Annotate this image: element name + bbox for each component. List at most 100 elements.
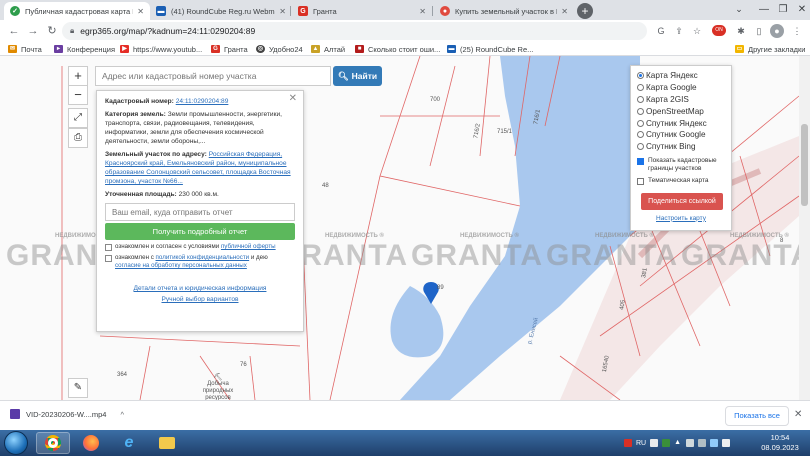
area-value: 230 000 кв.м. [178,191,219,198]
profile-avatar[interactable]: ● [770,24,784,38]
address-bar[interactable]: 🔒︎ egrp365.org/map/?kadnum=24:11:0290204… [62,22,647,40]
volume-icon[interactable] [722,439,731,447]
back-button[interactable]: ← [6,23,22,39]
bookmark-label: Почта [21,44,42,54]
close-window-button[interactable]: ✕ [789,0,810,20]
network-icon[interactable] [710,439,719,447]
layer-option[interactable]: Карта 2GIS [637,94,725,106]
bookmark-mail[interactable]: ✉ Почта [8,43,42,55]
bookmark-cost[interactable]: ■ Сколько стоит оши... [355,43,440,55]
tray-app-icon[interactable] [662,439,671,447]
close-tab-icon[interactable]: ✕ [419,7,426,16]
tab-granta[interactable]: G Гранта ✕ [292,2,432,20]
ruler-icon[interactable]: ✎ [68,378,88,398]
privacy-checkbox[interactable] [105,255,112,262]
manual-selection-link[interactable]: Ручной выбор вариантов [161,296,238,303]
show-borders-checkbox[interactable] [637,157,644,165]
chrome-icon [45,435,61,451]
zoom-out-button[interactable]: − [68,85,88,105]
layer-radio[interactable] [637,143,644,151]
tab-cadastral-map[interactable]: ✓ Публичная кадастровая карта Р ✕ [4,2,150,20]
chrome-taskbar-button[interactable] [36,432,70,454]
tray-app-icon[interactable] [624,439,632,447]
layer-option[interactable]: OpenStreetMap [637,105,725,117]
scrollbar-thumb[interactable] [801,124,808,206]
layer-radio[interactable] [637,131,644,139]
bookmark-youtube[interactable]: ▶ https://www.youtub... [120,43,202,55]
start-button[interactable] [4,431,28,455]
address-search-input[interactable] [95,66,331,86]
search-button[interactable]: 🔍︎ Найти [333,66,382,86]
close-icon[interactable]: ✕ [289,94,297,104]
layer-option[interactable]: Спутник Google [637,129,725,141]
forward-button[interactable]: → [25,23,41,39]
url-text: egrp365.org/map/?kadnum=24:11:0290204:89 [80,26,256,36]
layer-radio[interactable] [637,119,644,127]
public-offer-link[interactable]: публичной оферты [221,243,276,250]
layer-option[interactable]: Карта Google [637,82,725,94]
personal-data-link[interactable]: согласие на обработку персональных данны… [115,262,247,269]
extension-badge-icon[interactable]: ON [712,25,726,36]
cadastral-number-link[interactable]: 24:11:0290204:89 [176,98,229,105]
new-tab-button[interactable]: + [577,3,593,19]
chevron-up-icon[interactable]: ^ [120,410,124,419]
chevron-up-icon[interactable]: ▲ [674,439,682,447]
lock-icon: 🔒︎ [70,26,75,35]
other-bookmarks[interactable]: ▭ Другие закладки [735,43,805,55]
explorer-taskbar-button[interactable] [150,432,184,454]
display-icon[interactable] [698,439,707,447]
customize-map-link[interactable]: Настроить карту [656,215,706,222]
layer-option[interactable]: Спутник Bing [637,141,725,153]
close-icon[interactable]: ✕ [794,409,802,420]
layer-radio[interactable] [637,72,644,80]
tray-app-icon[interactable] [650,439,659,447]
print-icon[interactable]: ⎙ [68,128,88,148]
star-icon[interactable]: ☆ [690,24,704,38]
page-scrollbar[interactable] [799,56,810,400]
close-tab-icon[interactable]: ✕ [137,7,144,16]
zoom-in-button[interactable]: + [68,66,88,86]
google-icon[interactable]: G [654,24,668,38]
offer-checkbox[interactable] [105,244,112,251]
firefox-taskbar-button[interactable] [74,432,108,454]
layer-radio[interactable] [637,107,644,115]
clock[interactable]: 10:54 08.09.2023 [760,433,800,453]
tab-land-plot[interactable]: ● Купить земельный участок в Кр ✕ [434,2,574,20]
bookmark-udobno24[interactable]: ◎ Удобно24 [256,43,303,55]
sidebar-icon[interactable]: ▯ [752,24,766,38]
bookmark-altai[interactable]: ▲ Алтай [311,43,345,55]
thematic-checkbox[interactable] [637,177,644,185]
report-details-link[interactable]: Детали отчета и юридическая информация [134,285,267,292]
download-item[interactable]: VID-20230206-W....mp4 ^ [10,409,124,419]
cadastral-map[interactable]: 700 716/2 716/1 715/1 48 89 76 364 ⛏ Доб… [0,56,810,400]
show-borders-row[interactable]: Показать кадастровые границы участков [637,157,725,173]
email-field[interactable] [105,203,295,221]
puzzle-icon[interactable]: ✱ [734,24,748,38]
bookmark-roundcube[interactable]: ▬ (25) RoundCube Re... [447,43,533,55]
layer-radio[interactable] [637,95,644,103]
thematic-row[interactable]: Тематическая карта [637,177,725,185]
land-category-row: Категория земель: Земли промышленности, … [105,110,295,146]
layer-option[interactable]: Спутник Яндекс [637,117,725,129]
chevron-down-icon[interactable]: ⌄ [732,4,746,16]
share-link-button[interactable]: Поделиться ссылкой [641,192,723,210]
flag-icon[interactable] [686,439,695,447]
show-all-button[interactable]: Показать все [725,406,789,426]
close-tab-icon[interactable]: ✕ [561,7,568,16]
privacy-policy-link[interactable]: политикой конфиденциальности [156,254,250,261]
reload-button[interactable]: ↻ [44,23,60,39]
ie-taskbar-button[interactable]: e [112,432,146,454]
parcel-label: 48 [322,183,329,189]
bookmark-conference[interactable]: ▸ Конференция [54,43,115,55]
bookmark-granta[interactable]: G Гранта [211,43,248,55]
menu-icon[interactable]: ⋮ [790,24,804,38]
language-indicator[interactable]: RU [636,440,646,447]
fullscreen-icon[interactable]: ⤢ [68,108,88,128]
tab-roundcube[interactable]: ▬ (41) RoundCube Reg.ru Webmail ✕ [150,2,292,20]
layer-option[interactable]: Карта Яндекс [637,70,725,82]
video-file-icon [10,409,20,419]
layer-radio[interactable] [637,84,644,92]
close-tab-icon[interactable]: ✕ [279,7,286,16]
share-icon[interactable]: ⇪ [672,24,686,38]
get-report-button[interactable]: Получить подробный отчет [105,223,295,240]
